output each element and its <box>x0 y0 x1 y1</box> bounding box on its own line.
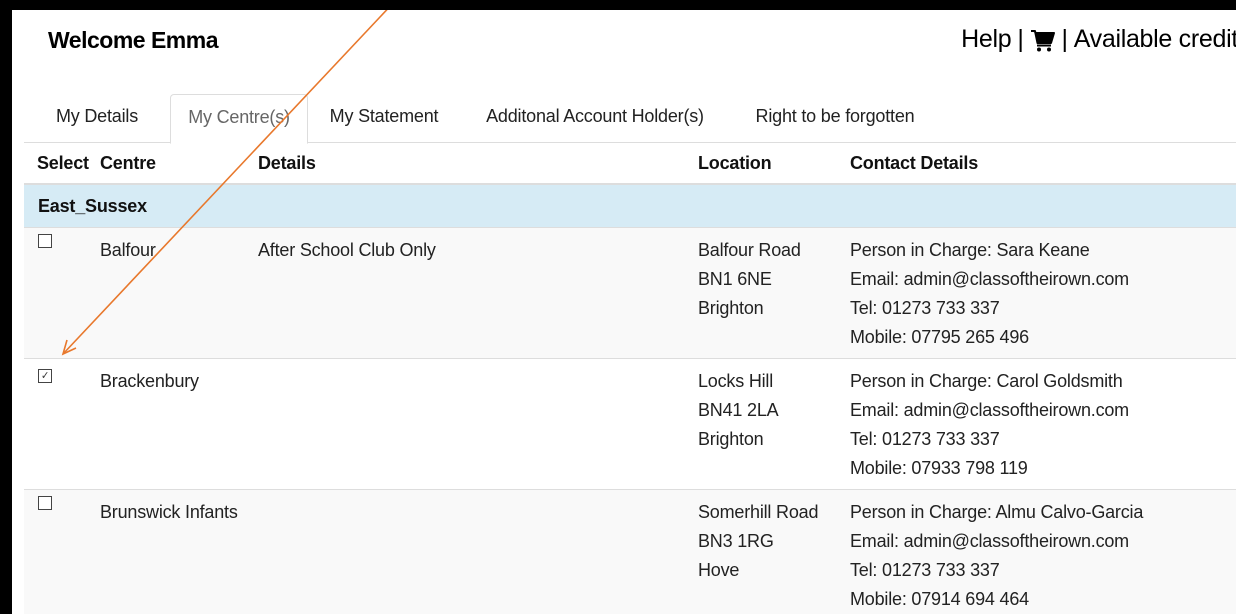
select-cell <box>24 227 100 359</box>
contact-mobile: Mobile: 07933 798 119 <box>850 458 1028 478</box>
table-row: Brunswick Infants Somerhill Road BN3 1RG… <box>24 489 1236 614</box>
column-header-contact-details: Contact Details <box>850 143 1236 185</box>
centre-contact: Person in Charge: Almu Calvo-Garcia Emai… <box>850 489 1236 614</box>
location-postcode: BN1 6NE <box>698 269 772 289</box>
location-street: Locks Hill <box>698 371 774 391</box>
account-tabs: My Details My Centre(s) My Statement Add… <box>24 94 1236 144</box>
centre-name: Balfour <box>100 227 258 359</box>
table-header-row: Select Centre Details Location Contact D… <box>24 143 1236 185</box>
column-header-select: Select <box>24 143 100 185</box>
centre-location: Somerhill Road BN3 1RG Hove <box>698 489 850 614</box>
contact-mobile: Mobile: 07795 265 496 <box>850 327 1029 347</box>
group-row: East_Sussex <box>24 183 1236 228</box>
available-credit-link[interactable]: Available credit <box>1074 25 1236 54</box>
column-header-location: Location <box>698 143 850 185</box>
top-bar: Welcome Emma Help | | Available credit <box>12 10 1236 78</box>
contact-email: Email: admin@classoftheirown.com <box>850 531 1129 551</box>
centre-details: After School Club Only <box>258 227 698 359</box>
contact-email: Email: admin@classoftheirown.com <box>850 400 1129 420</box>
location-town: Brighton <box>698 298 764 318</box>
centre-location: Locks Hill BN41 2LA Brighton <box>698 358 850 490</box>
table-row: Balfour After School Club Only Balfour R… <box>24 227 1236 359</box>
cart-icon[interactable] <box>1030 28 1056 52</box>
welcome-message: Welcome Emma <box>48 27 218 53</box>
column-header-centre: Centre <box>100 143 258 185</box>
contact-mobile: Mobile: 07914 694 464 <box>850 589 1029 609</box>
account-page: Welcome Emma Help | | Available credit M… <box>12 10 1236 614</box>
select-cell: ✓ <box>24 358 100 490</box>
location-street: Somerhill Road <box>698 502 819 522</box>
select-checkbox[interactable] <box>38 496 52 510</box>
contact-person: Person in Charge: Carol Goldsmith <box>850 371 1123 391</box>
centre-details <box>258 358 698 490</box>
contact-tel: Tel: 01273 733 337 <box>850 560 1000 580</box>
location-town: Brighton <box>698 429 764 449</box>
location-town: Hove <box>698 560 740 580</box>
header-separator: | <box>1017 25 1024 53</box>
tab-my-statement[interactable]: My Statement <box>308 94 460 141</box>
location-postcode: BN3 1RG <box>698 531 774 551</box>
contact-person: Person in Charge: Almu Calvo-Garcia <box>850 502 1144 522</box>
select-cell <box>24 489 100 614</box>
header-separator: | <box>1061 25 1069 53</box>
centre-contact: Person in Charge: Sara Keane Email: admi… <box>850 227 1236 359</box>
centre-name: Brackenbury <box>100 358 258 490</box>
tab-additional-account-holders[interactable]: Additonal Account Holder(s) <box>460 94 730 141</box>
location-postcode: BN41 2LA <box>698 400 779 420</box>
group-label: East_Sussex <box>24 183 1236 228</box>
centre-location: Balfour Road BN1 6NE Brighton <box>698 227 850 359</box>
tab-right-to-be-forgotten[interactable]: Right to be forgotten <box>730 94 940 141</box>
column-header-details: Details <box>258 143 698 185</box>
centre-contact: Person in Charge: Carol Goldsmith Email:… <box>850 358 1236 490</box>
tab-my-centres[interactable]: My Centre(s) <box>170 94 308 144</box>
header-links: Help | | Available credit <box>961 25 1236 54</box>
help-link[interactable]: Help <box>961 25 1012 54</box>
contact-person: Person in Charge: Sara Keane <box>850 240 1090 260</box>
contact-tel: Tel: 01273 733 337 <box>850 298 1000 318</box>
location-street: Balfour Road <box>698 240 801 260</box>
centres-table: Select Centre Details Location Contact D… <box>24 143 1236 614</box>
tab-my-details[interactable]: My Details <box>24 94 170 141</box>
centre-details <box>258 489 698 614</box>
select-checkbox[interactable]: ✓ <box>38 369 52 383</box>
contact-tel: Tel: 01273 733 337 <box>850 429 1000 449</box>
table-row: ✓ Brackenbury Locks Hill BN41 2LA Bright… <box>24 358 1236 490</box>
contact-email: Email: admin@classoftheirown.com <box>850 269 1129 289</box>
select-checkbox[interactable] <box>38 234 52 248</box>
centre-name: Brunswick Infants <box>100 489 258 614</box>
